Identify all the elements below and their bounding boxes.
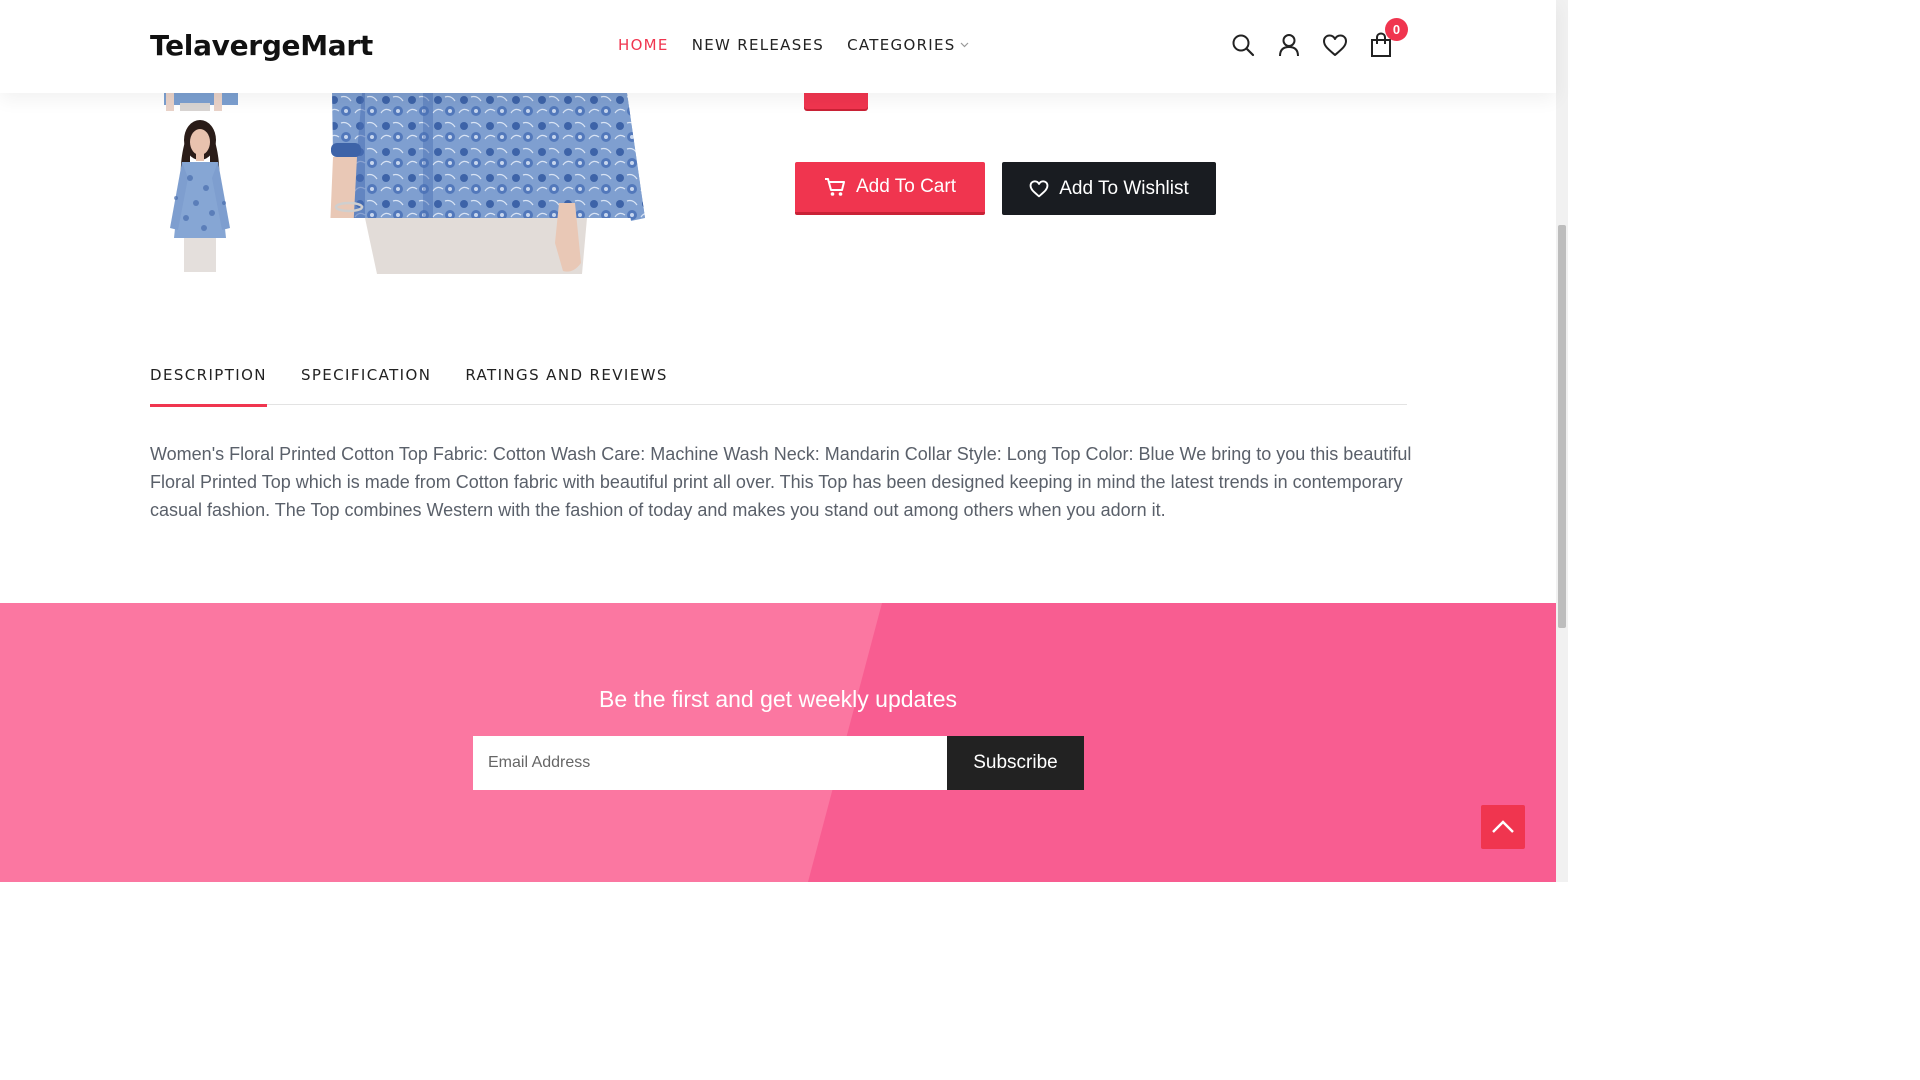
nav-new-releases[interactable]: NEW RELEASES: [692, 36, 824, 54]
newsletter-section: Be the first and get weekly updates Subs…: [0, 603, 1556, 882]
site-logo[interactable]: TelavergeMart: [150, 29, 373, 62]
add-to-wishlist-label: Add To Wishlist: [1059, 177, 1189, 199]
nav-categories-label: CATEGORIES: [847, 36, 956, 54]
user-icon: [1279, 34, 1299, 57]
site-header: TelavergeMart HOME NEW RELEASES CATEGORI…: [0, 0, 1556, 93]
nav-home[interactable]: HOME: [618, 36, 669, 54]
tab-description[interactable]: DESCRIPTION: [150, 366, 267, 407]
search-icon: [1232, 34, 1255, 57]
product-photo: [327, 93, 645, 274]
product-main-image[interactable]: [327, 93, 645, 274]
heart-icon: [1323, 34, 1347, 56]
cart-icon: [825, 178, 845, 196]
product-description: Women's Floral Printed Cotton Top Fabric…: [150, 444, 1412, 520]
cart-count-badge: 0: [1385, 18, 1408, 41]
product-thumbnail[interactable]: [160, 93, 240, 111]
tab-specification[interactable]: SPECIFICATION: [301, 366, 431, 405]
cart-button[interactable]: 0: [1368, 18, 1408, 59]
back-to-top-button[interactable]: [1481, 805, 1525, 849]
add-to-cart-label: Add To Cart: [856, 176, 956, 197]
heart-icon: [1029, 179, 1049, 197]
scrollbar-thumb[interactable]: [1558, 225, 1566, 628]
nav-new-releases-label: NEW RELEASES: [691, 36, 825, 54]
product-thumbnail-image: [170, 120, 230, 272]
account-button[interactable]: [1276, 31, 1302, 59]
main-nav: HOME NEW RELEASES CATEGORIES: [618, 36, 969, 54]
header-actions: 0: [1230, 18, 1408, 59]
email-input[interactable]: [473, 736, 947, 790]
search-button[interactable]: [1230, 31, 1256, 59]
product-thumbnail[interactable]: [160, 118, 240, 272]
newsletter-title: Be the first and get weekly updates: [599, 686, 957, 712]
product-thumbnail-image: [164, 93, 238, 111]
page-scrollbar[interactable]: [1556, 0, 1568, 882]
subscribe-button[interactable]: Subscribe: [947, 736, 1084, 790]
tab-ratings-and-reviews[interactable]: RATINGS AND REVIEWS: [465, 366, 667, 405]
nav-home-label: HOME: [618, 36, 669, 54]
add-to-wishlist-button[interactable]: Add To Wishlist: [1002, 162, 1216, 215]
chevron-up-icon: [1492, 820, 1514, 833]
add-to-cart-button[interactable]: Add To Cart: [795, 162, 985, 215]
chevron-down-icon: [960, 42, 969, 48]
size-option-selected[interactable]: [804, 93, 868, 109]
wishlist-button[interactable]: [1322, 31, 1348, 59]
nav-categories[interactable]: CATEGORIES: [847, 36, 969, 54]
product-tabs: DESCRIPTION SPECIFICATION RATINGS AND RE…: [150, 366, 1407, 407]
